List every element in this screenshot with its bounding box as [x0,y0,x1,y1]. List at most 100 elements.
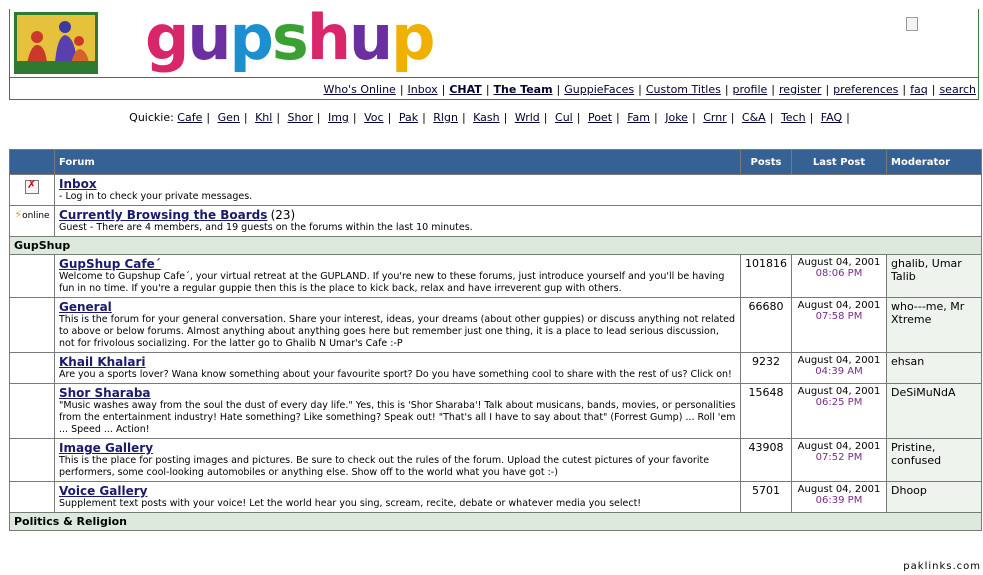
inbox-desc: - Log in to check your private messages. [59,191,253,202]
last-post-date: August 04, 2001 [797,441,881,452]
forum-moderator[interactable]: ehsan [886,352,982,384]
quickie-link-joke[interactable]: Joke [665,111,688,124]
forum-moderator[interactable]: who---me, Mr Xtreme [886,297,982,353]
brand-letter: h [306,1,351,74]
brand-letter: u [187,1,231,74]
forum-moderator[interactable]: Pristine, confused [886,438,982,482]
category-row: GupShup [9,236,982,255]
forum-info-cell: GupShup Cafe´ Welcome to Gupshup Cafe´, y… [54,254,741,298]
top-link-custom-titles[interactable]: Custom Titles [646,83,721,96]
brand-letter: u [348,1,393,74]
category-gupshup[interactable]: GupShup [9,236,982,255]
brand-letter: s [271,1,309,74]
quickie-link-khl[interactable]: Khl [255,111,272,124]
quickie-link-faq[interactable]: FAQ [821,111,842,124]
forum-info-cell: Shor Sharaba "Music washes away from the … [54,383,741,439]
forum-status-cell [9,352,55,384]
top-link-search[interactable]: search [939,83,976,96]
quickie-link-crnr[interactable]: Crnr [703,111,727,124]
quickie-link-c-a[interactable]: C&A [742,111,766,124]
last-post-time: 07:52 PM [815,452,863,463]
browsing-row: ⚡online Currently Browsing the Boards (2… [9,205,982,237]
brand-letter: g [145,1,189,74]
forum-last-post[interactable]: August 04, 2001 07:52 PM [791,438,887,482]
header-last-post: Last Post [791,149,887,175]
forum-moderator[interactable]: ghalib, Umar Talib [886,254,982,298]
header-icon-col [9,149,55,175]
browsing-desc: Guest - There are 4 members, and 19 gues… [59,222,473,233]
forum-posts: 15648 [740,383,792,439]
quickie-link-cafe[interactable]: Cafe [177,111,202,124]
quickie-link-wrld[interactable]: Wrld [515,111,540,124]
forum-info-cell: Khail Khalari Are you a sports lover? Wan… [54,352,741,384]
header-moderator: Moderator [886,149,982,175]
top-link-who-s-online[interactable]: Who's Online [324,83,396,96]
forum-title-link[interactable]: Shor Sharaba [59,386,151,400]
forum-posts: 66680 [740,297,792,353]
quickie-link-poet[interactable]: Poet [588,111,612,124]
inbox-icon-cell [9,174,55,206]
forum-title-link[interactable]: GupShup Cafe´ [59,257,161,271]
inbox-row: Inbox - Log in to check your private mes… [9,174,982,206]
quickie-link-rlgn[interactable]: Rlgn [433,111,458,124]
last-post-time: 06:25 PM [815,397,863,408]
forum-row: Image Gallery This is the place for posti… [9,438,982,482]
quickie-link-fam[interactable]: Fam [627,111,650,124]
inbox-link[interactable]: Inbox [59,177,97,191]
forum-posts: 101816 [740,254,792,298]
site-logo-image[interactable] [14,12,98,74]
forum-moderator[interactable]: Dhoop [886,481,982,513]
top-link-guppiefaces[interactable]: GuppieFaces [564,83,634,96]
forum-posts: 5701 [740,481,792,513]
forum-last-post[interactable]: August 04, 2001 06:25 PM [791,383,887,439]
last-post-time: 06:39 PM [815,495,863,506]
last-post-time: 08:06 PM [815,268,863,279]
browsing-link[interactable]: Currently Browsing the Boards [59,208,267,222]
top-link-profile[interactable]: profile [733,83,768,96]
quickie-link-tech[interactable]: Tech [781,111,806,124]
top-nav-links: Who's Online | Inbox | CHAT | The Team | GuppieF… [323,83,977,96]
quickie-link-shor[interactable]: Shor [288,111,313,124]
forum-info-cell: General This is the forum for your genera… [54,297,741,353]
forum-desc: Welcome to Gupshup Cafe´, your virtual r… [59,271,725,294]
last-post-date: August 04, 2001 [797,300,881,311]
top-link-chat[interactable]: CHAT [449,83,481,96]
forum-status-cell [9,481,55,513]
table-header-row: Forum Posts Last Post Moderator [9,149,982,175]
quickie-link-kash[interactable]: Kash [473,111,499,124]
quickie-link-cul[interactable]: Cul [555,111,573,124]
forum-row: General This is the forum for your genera… [9,297,982,353]
last-post-time: 07:58 PM [815,311,863,322]
forum-desc: Supplement text posts with your voice! L… [59,498,642,509]
top-link-the-team[interactable]: The Team [494,83,553,96]
top-link-faq[interactable]: faq [910,83,928,96]
forum-title-link[interactable]: General [59,300,112,314]
brand-letter: p [229,1,274,74]
category-politics-religion[interactable]: Politics & Religion [9,512,982,531]
forum-last-post[interactable]: August 04, 2001 08:06 PM [791,254,887,298]
forum-table: Forum Posts Last Post Moderator Inbox - … [9,149,982,531]
quickie-link-gen[interactable]: Gen [218,111,240,124]
top-link-register[interactable]: register [779,83,821,96]
online-icon: ⚡online [14,208,50,221]
top-link-inbox[interactable]: Inbox [408,83,438,96]
quickie-link-pak[interactable]: Pak [399,111,418,124]
top-link-preferences[interactable]: preferences [833,83,898,96]
forum-desc: This is the place for posting images and… [59,455,710,478]
forum-moderator[interactable]: DeSiMuNdA [886,383,982,439]
header-divider [10,77,978,78]
forum-last-post[interactable]: August 04, 2001 07:58 PM [791,297,887,353]
forum-row: GupShup Cafe´ Welcome to Gupshup Cafe´, y… [9,254,982,298]
forum-title-link[interactable]: Khail Khalari [59,355,146,369]
forum-row: Khail Khalari Are you a sports lover? Wan… [9,352,982,384]
forum-posts: 43908 [740,438,792,482]
forum-title-link[interactable]: Image Gallery [59,441,153,455]
last-post-date: August 04, 2001 [797,257,881,268]
quickie-link-img[interactable]: Img [328,111,349,124]
forum-title-link[interactable]: Voice Gallery [59,484,147,498]
footer-domain: paklinks.com [903,561,981,572]
forum-desc: Are you a sports lover? Wana know someth… [59,369,732,380]
quickie-link-voc[interactable]: Voc [364,111,383,124]
forum-last-post[interactable]: August 04, 2001 04:39 AM [791,352,887,384]
forum-last-post[interactable]: August 04, 2001 06:39 PM [791,481,887,513]
